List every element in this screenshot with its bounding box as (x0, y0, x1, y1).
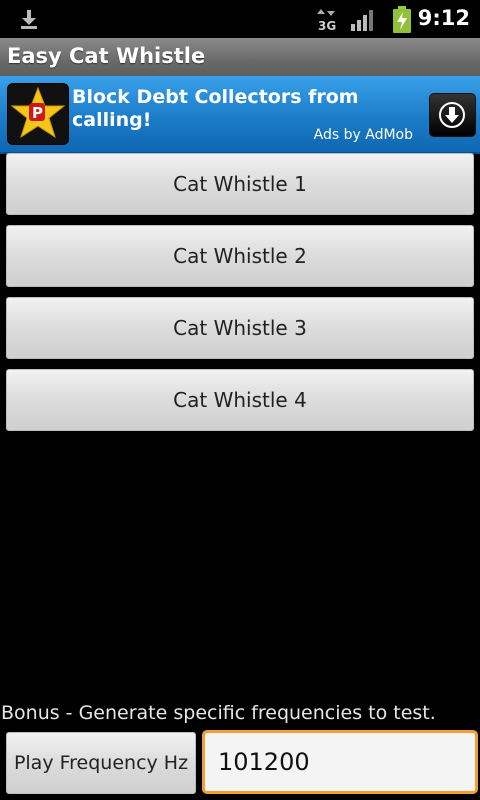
frequency-input[interactable] (202, 730, 478, 794)
signal-icon (350, 8, 376, 36)
download-icon (18, 8, 40, 34)
cat-whistle-4-button[interactable]: Cat Whistle 4 (6, 369, 474, 431)
ad-download-button[interactable] (429, 93, 476, 137)
bonus-description: Bonus - Generate specific frequencies to… (1, 702, 436, 724)
app-title: Easy Cat Whistle (7, 44, 206, 68)
svg-text:3G: 3G (318, 19, 336, 32)
cat-whistle-2-button[interactable]: Cat Whistle 2 (6, 225, 474, 287)
ad-headline[interactable]: Block Debt Collectors from calling! (72, 86, 412, 132)
title-bar: Easy Cat Whistle (0, 38, 480, 76)
download-arrow-icon (439, 102, 465, 128)
app-logo-star-icon[interactable]: P (7, 83, 69, 145)
status-bar: 3G 9:12 (0, 0, 480, 38)
cat-whistle-3-button[interactable]: Cat Whistle 3 (6, 297, 474, 359)
ad-banner[interactable]: P Block Debt Collectors from calling! Ad… (0, 76, 480, 154)
status-clock: 9:12 (417, 6, 470, 30)
network-3g-icon: 3G (316, 8, 338, 36)
play-frequency-button[interactable]: Play Frequency Hz (6, 732, 196, 794)
battery-charging-icon (392, 6, 412, 38)
cat-whistle-1-button[interactable]: Cat Whistle 1 (6, 153, 474, 215)
ad-attribution: Ads by AdMob (313, 127, 413, 143)
svg-text:P: P (32, 104, 43, 122)
